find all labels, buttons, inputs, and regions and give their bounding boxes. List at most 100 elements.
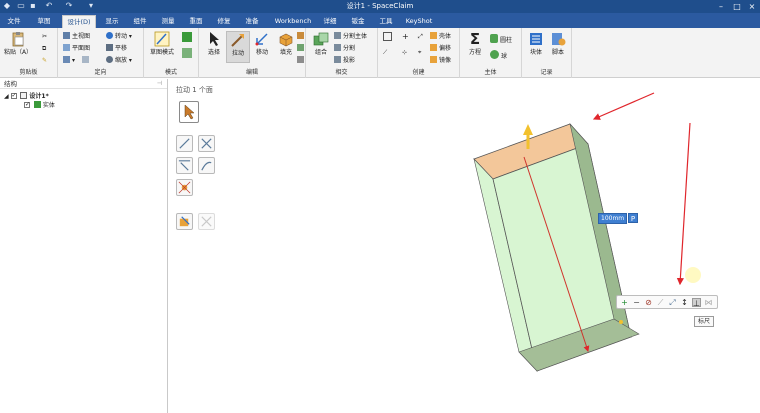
view-options-icon xyxy=(82,56,89,63)
tab-tools[interactable]: 工具 xyxy=(376,15,396,28)
edit-extra-3-icon[interactable] xyxy=(297,56,306,66)
tree-child-item[interactable]: 实体 xyxy=(24,101,55,109)
close-icon[interactable]: × xyxy=(745,1,759,12)
home-view-button[interactable]: 主视图 xyxy=(63,32,90,42)
combine-icon xyxy=(313,32,329,46)
maximize-icon[interactable]: □ xyxy=(730,1,744,12)
mirror-button[interactable]: 镜像 xyxy=(430,56,451,66)
cube-icon xyxy=(63,56,70,63)
project-icon xyxy=(334,56,341,63)
sphere-button[interactable]: 球 xyxy=(490,50,507,60)
solid-body-icon xyxy=(33,101,41,108)
block-button[interactable]: 块体 xyxy=(524,31,548,63)
edit-extra-1-icon[interactable] xyxy=(297,32,306,42)
copy-icon[interactable]: ⧉ xyxy=(42,44,46,54)
plan-view-button[interactable]: 平面图 xyxy=(63,44,90,54)
spin-button[interactable]: 转动 ▾ xyxy=(106,32,132,42)
ribbon-tab-bar: 文件 草图 设计(D) 显示 组件 测量 重面 修复 准备 Workbench … xyxy=(0,13,760,28)
plan-view-icon xyxy=(63,44,70,51)
fill-button[interactable]: 填充 xyxy=(274,31,298,63)
move-icon xyxy=(255,33,268,46)
more-icon[interactable]: ⋈ xyxy=(704,298,713,307)
home-icon xyxy=(63,32,70,39)
move-button[interactable]: 移动 xyxy=(250,31,274,63)
create-origin-icon[interactable]: ⊹ xyxy=(402,48,407,58)
tab-sheet-metal[interactable]: 钣金 xyxy=(348,15,368,28)
create-line-icon[interactable]: ⟋ xyxy=(383,48,387,58)
cut-icon[interactable]: ✂ xyxy=(42,32,47,42)
collapse-icon[interactable]: ◢ xyxy=(4,93,9,100)
pull-button[interactable]: 拉动 xyxy=(226,31,250,63)
structure-panel-title: 结构 xyxy=(0,79,167,89)
split-icon[interactable]: ↕ xyxy=(680,298,689,307)
format-painter-icon[interactable]: ✎ xyxy=(42,56,47,66)
group-orient: 主视图 平面图 ▾ 转动 ▾ 平移 缩放 ▾ 定向 xyxy=(58,28,144,78)
pan-button[interactable]: 平移 xyxy=(106,44,127,54)
select-button[interactable]: 选择 xyxy=(202,31,226,63)
combine-button[interactable]: 组合 xyxy=(309,31,333,63)
p-badge[interactable]: P xyxy=(628,213,638,223)
cylinder-button[interactable]: 圆柱 xyxy=(490,34,512,44)
root-visibility-checkbox[interactable] xyxy=(10,92,17,100)
split-body-icon xyxy=(334,32,341,39)
dimension-value[interactable]: 100mm xyxy=(598,213,628,224)
sketch-mode-button[interactable]: 草图模式 xyxy=(147,31,177,63)
mirror-icon xyxy=(430,56,437,63)
spin-icon xyxy=(106,32,113,39)
tab-measure[interactable]: 测量 xyxy=(158,15,178,28)
project-button[interactable]: 投影 xyxy=(334,56,355,66)
no-merge-icon[interactable]: ⊘ xyxy=(644,298,653,307)
create-axis-icon[interactable]: ⤢ xyxy=(418,32,423,42)
group-clipboard: 粘贴（A） ✂ ⧉ ✎ 剪贴板 xyxy=(0,28,58,78)
draft-icon[interactable]: ⟋ xyxy=(656,298,665,307)
create-plane-icon[interactable] xyxy=(383,32,394,42)
sketch-mode-icon xyxy=(154,31,170,47)
tab-display[interactable]: 显示 xyxy=(102,15,122,28)
minimize-icon[interactable]: – xyxy=(714,1,728,12)
tab-prepare[interactable]: 准备 xyxy=(242,15,262,28)
tab-assembly[interactable]: 组件 xyxy=(130,15,150,28)
add-icon[interactable]: + xyxy=(620,298,629,307)
view-cube-button[interactable]: ▾ xyxy=(63,56,75,66)
pin-icon[interactable]: ⊣ xyxy=(157,79,162,89)
tab-detail[interactable]: 详细 xyxy=(320,15,340,28)
view-options-button[interactable] xyxy=(82,56,91,66)
paste-button[interactable]: 粘贴（A） xyxy=(3,31,33,63)
child-visibility-checkbox[interactable] xyxy=(24,101,30,109)
window-title: 设计1 - SpaceClaim xyxy=(346,2,414,10)
edit-extra-2-icon[interactable] xyxy=(297,44,306,54)
section-mode-icon[interactable] xyxy=(182,32,194,42)
create-cs-icon[interactable]: ⌖ xyxy=(418,48,421,58)
equation-button[interactable]: Σ 方程 xyxy=(463,31,487,63)
ruler-tooltip: 标尺 xyxy=(694,316,715,327)
create-point-icon[interactable]: + xyxy=(402,32,409,42)
tab-repair[interactable]: 修复 xyxy=(214,15,234,28)
tab-facets[interactable]: 重面 xyxy=(186,15,206,28)
zoom-icon xyxy=(106,56,113,63)
tab-workbench[interactable]: Workbench xyxy=(272,15,314,28)
offset-direction-icon[interactable]: ⤢ xyxy=(668,298,677,307)
ruler-icon[interactable]: ⊥ xyxy=(692,298,701,308)
design-canvas[interactable]: 拉动 1 个面 100mm P + − ⊘ ⟋ ⤢ ↕ ⊥ ⋈ 标尺 xyxy=(169,79,760,413)
shell-button[interactable]: 壳体 xyxy=(430,32,451,42)
mini-toolbar: + − ⊘ ⟋ ⤢ ↕ ⊥ ⋈ xyxy=(616,295,718,309)
tree-root-item[interactable]: ◢ 设计1* xyxy=(4,92,49,100)
split-body-button[interactable]: 分割主体 xyxy=(334,32,367,42)
zoom-button[interactable]: 缩放 ▾ xyxy=(106,56,132,66)
tab-file[interactable]: 文件 xyxy=(4,15,24,28)
anchor-point[interactable] xyxy=(619,320,623,324)
structure-panel: 结构 ⊣ ◢ 设计1* 实体 xyxy=(0,79,168,413)
split-button[interactable]: 分割 xyxy=(334,44,355,54)
pull-handle-icon[interactable] xyxy=(523,124,533,135)
offset-button[interactable]: 偏移 xyxy=(430,44,451,54)
tab-design[interactable]: 设计(D) xyxy=(62,15,96,28)
tab-sketch[interactable]: 草图 xyxy=(34,15,54,28)
tab-keyshot[interactable]: KeyShot xyxy=(404,15,434,28)
script-button[interactable]: 脚本 xyxy=(546,31,570,63)
ribbon: 粘贴（A） ✂ ⧉ ✎ 剪贴板 主视图 平面图 ▾ 转动 ▾ 平移 缩放 ▾ 定… xyxy=(0,28,760,78)
group-record: 块体 脚本 记录 xyxy=(522,28,572,78)
3d-mode-icon[interactable] xyxy=(182,48,194,58)
group-mode: 草图模式 模式 xyxy=(144,28,199,78)
fill-icon xyxy=(279,33,293,47)
subtract-icon[interactable]: − xyxy=(632,298,641,307)
